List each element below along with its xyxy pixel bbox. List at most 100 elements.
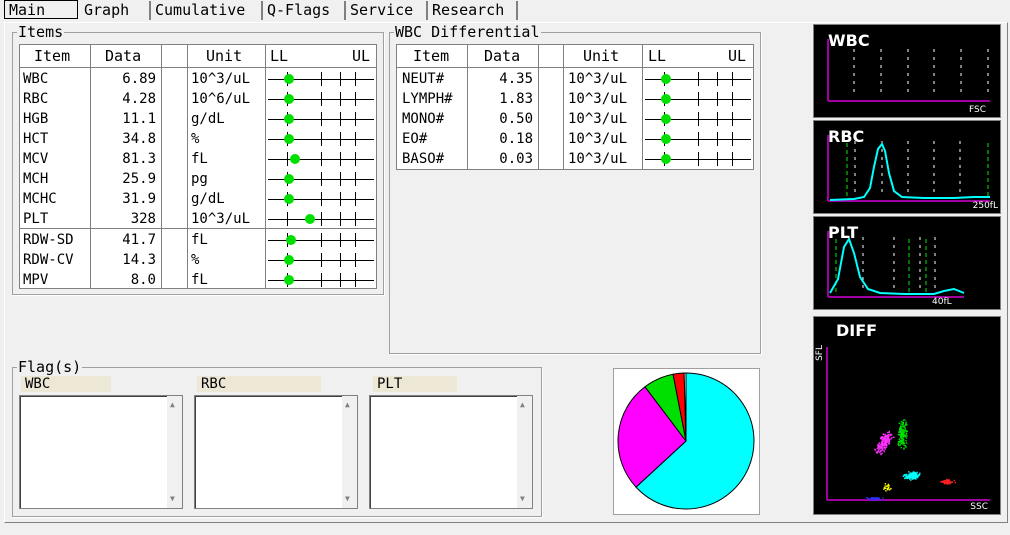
row-data-value: 14.3	[122, 252, 156, 268]
row-item-name: MCH	[23, 171, 49, 187]
diff-scattergram-svg	[826, 347, 990, 501]
row-item-name: PLT	[23, 211, 49, 227]
range-gauge	[268, 129, 374, 149]
row-data-value: 6.89	[122, 71, 156, 87]
row-unit: 10^3/uL	[568, 71, 628, 87]
scrollbar[interactable]: ▲ ▼	[167, 396, 182, 508]
col-header-ul: UL	[352, 47, 371, 65]
gauge-indicator-dot	[284, 134, 294, 144]
column-divider	[642, 45, 643, 169]
col-header-unit: Unit	[206, 47, 243, 65]
range-gauge	[268, 250, 374, 270]
flags-group: Flag(s) WBC RBC PLT ▲ ▼ ▲ ▼ ▲ ▼	[12, 358, 542, 517]
row-data-value: 41.7	[122, 232, 156, 248]
row-unit: %	[191, 131, 200, 147]
col-header-data: Data	[105, 47, 142, 65]
tab-cumulative[interactable]: Cumulative	[151, 1, 263, 20]
scrollbar[interactable]: ▲ ▼	[342, 396, 357, 508]
tab-service[interactable]: Service	[346, 1, 428, 20]
gauge-tick	[340, 92, 341, 106]
gauge-tick	[321, 92, 322, 106]
row-item-name: HCT	[23, 131, 49, 147]
tab-research[interactable]: Research	[428, 1, 518, 20]
scroll-up-icon[interactable]: ▲	[345, 401, 350, 409]
gauge-indicator-dot	[661, 74, 671, 84]
gauge-tick	[321, 152, 322, 166]
scroll-down-icon[interactable]: ▼	[520, 495, 525, 503]
gauge-tick	[732, 132, 733, 146]
gauge-indicator-dot	[284, 174, 294, 184]
range-gauge	[268, 69, 374, 89]
row-unit: g/dL	[191, 191, 225, 207]
scrollbar[interactable]: ▲ ▼	[517, 396, 532, 508]
row-data-value: 0.50	[499, 111, 533, 127]
row-item-name: RDW-SD	[23, 232, 74, 248]
column-divider	[563, 45, 564, 169]
row-unit: 10^3/uL	[191, 71, 251, 87]
row-data-value: 0.18	[499, 131, 533, 147]
tab-q-flags[interactable]: Q-Flags	[263, 1, 346, 20]
pie-chart-svg	[617, 372, 755, 510]
gauge-tick	[698, 132, 699, 146]
gauge-tick	[355, 92, 356, 106]
row-unit: 10^3/uL	[191, 211, 251, 227]
gauge-tick	[321, 233, 322, 247]
range-gauge	[268, 89, 374, 109]
gauge-tick	[717, 72, 718, 86]
plt-histogram: PLT 40fL	[813, 216, 1001, 310]
gauge-indicator-dot	[286, 235, 296, 245]
gauge-tick	[355, 273, 356, 287]
column-divider	[161, 45, 162, 288]
header-divider	[397, 67, 753, 68]
gauge-tick	[340, 253, 341, 267]
row-item-name: NEUT#	[402, 71, 445, 87]
col-header-ll: LL	[648, 47, 667, 65]
gauge-tick	[321, 192, 322, 206]
scroll-up-icon[interactable]: ▲	[520, 401, 525, 409]
scroll-down-icon[interactable]: ▼	[345, 495, 350, 503]
wbc-scattergram-title: WBC	[828, 31, 870, 50]
gauge-indicator-dot	[661, 134, 671, 144]
gauge-indicator-dot	[661, 94, 671, 104]
gauge-indicator-dot	[290, 154, 300, 164]
flag-list-plt[interactable]: ▲ ▼	[369, 395, 533, 509]
tab-label: Research	[432, 1, 505, 19]
gauge-tick	[698, 92, 699, 106]
row-unit: %	[191, 252, 200, 268]
wbc-differential-table[interactable]: Item Data Unit LL UL NEUT# 4.35 10^3/uL LYM…	[396, 44, 754, 170]
range-gauge	[645, 109, 751, 129]
items-table[interactable]: Item Data Unit LL UL WBC 6.89 10^3/uL RBC 4.…	[19, 44, 377, 289]
gauge-indicator-dot	[284, 74, 294, 84]
row-unit: g/dL	[191, 111, 225, 127]
scroll-up-icon[interactable]: ▲	[170, 401, 175, 409]
diff-cluster-debris	[883, 483, 892, 492]
gauge-tick	[340, 172, 341, 186]
diff-x-axis-label: SSC	[970, 502, 988, 512]
scroll-down-icon[interactable]: ▼	[170, 495, 175, 503]
range-gauge	[645, 69, 751, 89]
gauge-tick	[321, 72, 322, 86]
range-gauge	[268, 230, 374, 250]
range-gauge	[268, 189, 374, 209]
gauge-tick	[732, 152, 733, 166]
row-item-name: RBC	[23, 91, 49, 107]
diff-cluster-neut	[902, 471, 921, 481]
row-item-name: MPV	[23, 272, 49, 288]
wbc-pie-chart	[613, 368, 760, 515]
diff-scattergram: DIFF SFL SSC	[813, 316, 1001, 515]
plt-histogram-title: PLT	[828, 223, 859, 242]
tab-main[interactable]: Main	[4, 0, 78, 19]
col-header-ul: UL	[728, 47, 747, 65]
range-gauge	[645, 149, 751, 169]
gauge-indicator-dot	[284, 194, 294, 204]
col-header-unit: Unit	[583, 47, 620, 65]
flag-list-rbc[interactable]: ▲ ▼	[194, 395, 358, 509]
gauge-indicator-dot	[284, 275, 294, 285]
flag-list-wbc[interactable]: ▲ ▼	[19, 395, 183, 509]
gauge-tick	[340, 132, 341, 146]
gauge-tick	[717, 92, 718, 106]
tab-label: Service	[350, 1, 414, 19]
gauge-indicator-dot	[284, 114, 294, 124]
tab-graph[interactable]: Graph	[80, 1, 151, 20]
gauge-tick	[732, 72, 733, 86]
